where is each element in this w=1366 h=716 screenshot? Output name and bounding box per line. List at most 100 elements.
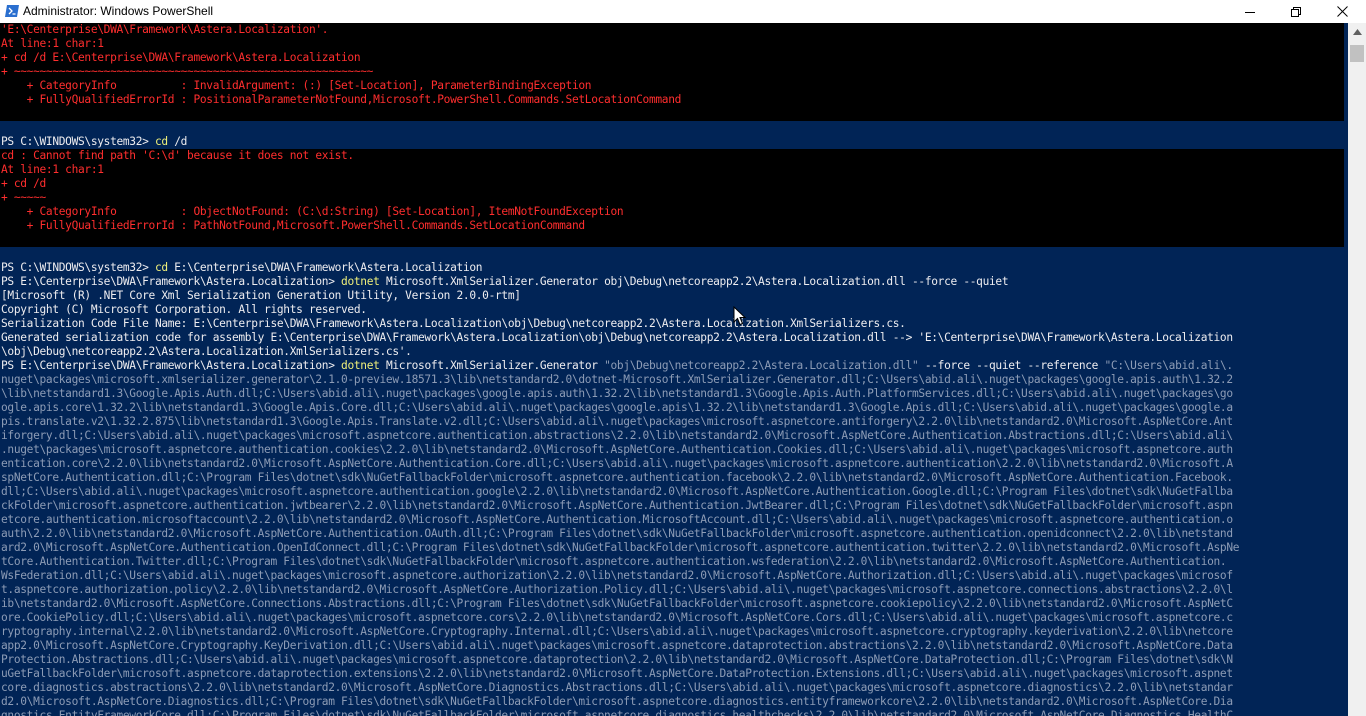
console-output[interactable]: 'E:\Centerprise\DWA\Framework\Astera.Loc…	[0, 23, 1348, 716]
console-line: \obj\Debug\netcoreapp2.2\Astera.Localiza…	[0, 345, 1344, 359]
console-line: ckFolder\microsoft.aspnetcore.authentica…	[0, 499, 1344, 513]
console-text-segment: dotnet	[341, 359, 380, 372]
console-error-line: + CategoryInfo : ObjectNotFound: (C:\d:S…	[0, 205, 1344, 219]
console-text-segment: E:\Centerprise\DWA\Framework\Astera.Loca…	[167, 261, 483, 274]
console-line: Copyright (C) Microsoft Corporation. All…	[0, 303, 1344, 317]
minimize-button[interactable]	[1227, 0, 1273, 23]
console-text-segment: Microsoft.XmlSerializer.Generator	[379, 359, 605, 372]
scroll-up-button[interactable]	[1348, 23, 1366, 40]
console-text-segment: pis.translate.v2\1.32.2.875\lib\netstand…	[1, 415, 1233, 428]
console-line: uGetFallbackFolder\microsoft.aspnetcore.…	[0, 667, 1344, 681]
console-text-segment: .nuget\packages\microsoft.aspnetcore.aut…	[1, 443, 1233, 456]
console-error-line: + ~~~~~~~~~~~~~~~~~~~~~~~~~~~~~~~~~~~~~~…	[0, 65, 1344, 79]
console-text-segment: Generated serialization code for assembl…	[1, 331, 1233, 344]
console-line: PS E:\Centerprise\DWA\Framework\Astera.L…	[0, 275, 1344, 289]
console-error-line: 'E:\Centerprise\DWA\Framework\Astera.Loc…	[0, 23, 1344, 37]
console-line: d2.0\Microsoft.AspNetCore.Diagnostics.dl…	[0, 695, 1344, 709]
console-text-segment: iforgery.dll;C:\Users\abid.ali\.nuget\pa…	[1, 429, 1233, 442]
console-text-segment: Microsoft.XmlSerializer.Generator obj\De…	[379, 275, 1009, 288]
powershell-icon	[5, 5, 19, 17]
scroll-thumb[interactable]	[1350, 45, 1364, 62]
console-text-segment: + cd /d E:\Centerprise\DWA\Framework\Ast…	[1, 51, 361, 64]
console-text-segment: d2.0\Microsoft.AspNetCore.Diagnostics.dl…	[1, 695, 1233, 708]
console-line: PS E:\Centerprise\DWA\Framework\Astera.L…	[0, 359, 1344, 373]
console-text-segment: spNetCore.Authentication.dll;C:\Program …	[1, 471, 1233, 484]
console-line: entication.core\2.2.0\lib\netstandard2.0…	[0, 457, 1344, 471]
console-text-segment: \lib\netstandard1.3\Google.Apis.Auth.dll…	[1, 387, 1233, 400]
console-text-segment: "C:\Users\abid.ali\.	[1104, 359, 1234, 372]
console-line: PS C:\WINDOWS\system32> cd E:\Centerpris…	[0, 261, 1344, 275]
console-text-segment: + cd /d	[1, 177, 46, 190]
console-text-segment: ore.CookiePolicy.dll;C:\Users\abid.ali\.…	[1, 611, 1233, 624]
console-text-segment: Copyright (C) Microsoft Corporation. All…	[1, 303, 367, 316]
console-line: spNetCore.Authentication.dll;C:\Program …	[0, 471, 1344, 485]
console-error-line: + ~~~~~	[0, 191, 1344, 205]
console-text-segment: ryptography.internal\2.2.0\lib\netstanda…	[1, 625, 1233, 638]
console-line: \lib\netstandard1.3\Google.Apis.Auth.dll…	[0, 387, 1344, 401]
console-text-segment: + FullyQualifiedErrorId : PositionalPara…	[1, 93, 682, 106]
console-text-segment: PS C:\WINDOWS\system32>	[1, 261, 155, 274]
close-button[interactable]	[1319, 0, 1365, 23]
console-text-segment: WsFederation.dll;C:\Users\abid.ali\.nuge…	[1, 569, 1233, 582]
console-text-segment	[1, 107, 7, 120]
console-text-segment: --force --quiet --reference	[918, 359, 1105, 372]
console-error-line: + cd /d E:\Centerprise\DWA\Framework\Ast…	[0, 51, 1344, 65]
console-text-segment: gnostics.EntityFrameworkCore.dll;C:\Prog…	[1, 709, 1233, 716]
console-error-line: + CategoryInfo : InvalidArgument: (:) [S…	[0, 79, 1344, 93]
console-text-segment: etcore.authentication.microsoftaccount\2…	[1, 513, 1233, 526]
restore-button[interactable]	[1273, 0, 1319, 23]
console-error-line	[0, 107, 1344, 121]
console-error-line: + FullyQualifiedErrorId : PathNotFound,M…	[0, 219, 1344, 233]
close-icon	[1336, 6, 1348, 17]
console-line: Serialization Code File Name: E:\Centerp…	[0, 317, 1344, 331]
console-line: nuget\packages\microsoft.xmlserializer.g…	[0, 373, 1344, 387]
console-line: tCore.Authentication.Twitter.dll;C:\Prog…	[0, 555, 1344, 569]
console-line: etcore.authentication.microsoftaccount\2…	[0, 513, 1344, 527]
console-line: WsFederation.dll;C:\Users\abid.ali\.nuge…	[0, 569, 1344, 583]
console-text-segment: PS E:\Centerprise\DWA\Framework\Astera.L…	[1, 359, 342, 372]
console-line: [Microsoft (R) .NET Core Xml Serializati…	[0, 289, 1344, 303]
console-line: .nuget\packages\microsoft.aspnetcore.aut…	[0, 443, 1344, 457]
console-line: core.diagnostics.abstractions\2.2.0\lib\…	[0, 681, 1344, 695]
console-line: Generated serialization code for assembl…	[0, 331, 1344, 345]
mouse-cursor-icon	[733, 306, 747, 326]
console-line: auth\2.2.0\lib\netstandard2.0\Microsoft.…	[0, 527, 1344, 541]
console-text-segment: + FullyQualifiedErrorId : PathNotFound,M…	[1, 219, 585, 232]
console-text-segment: "obj\Debug\netcoreapp2.2\Astera.Localiza…	[604, 359, 919, 372]
console-text-segment: ckFolder\microsoft.aspnetcore.authentica…	[1, 499, 1233, 512]
console-text-segment: cd	[154, 135, 168, 148]
console-text-segment: At line:1 char:1	[1, 37, 104, 50]
console-text-segment: + ~~~~~~~~~~~~~~~~~~~~~~~~~~~~~~~~~~~~~~…	[1, 65, 374, 78]
console-error-line: + cd /d	[0, 177, 1344, 191]
console-text-segment: app2.0\Microsoft.AspNetCore.Cryptography…	[1, 639, 1233, 652]
chevron-up-icon	[1352, 28, 1362, 35]
console-line: ryptography.internal\2.2.0\lib\netstanda…	[0, 625, 1344, 639]
console-error-line: At line:1 char:1	[0, 163, 1344, 177]
console-text-segment: + CategoryInfo : InvalidArgument: (:) [S…	[1, 79, 592, 92]
console-text-segment: nuget\packages\microsoft.xmlserializer.g…	[1, 373, 1233, 386]
console-error-line: cd : Cannot find path 'C:\d' because it …	[0, 149, 1344, 163]
console-line: ib\netstandard2.0\Microsoft.AspNetCore.C…	[0, 597, 1344, 611]
console-text-segment: t.aspnetcore.authorization.policy\2.2.0\…	[1, 583, 1233, 596]
console-error-line: At line:1 char:1	[0, 37, 1344, 51]
console-text-segment: 'E:\Centerprise\DWA\Framework\Astera.Loc…	[1, 23, 329, 36]
console-text-segment: uGetFallbackFolder\microsoft.aspnetcore.…	[1, 667, 1233, 680]
console-line: iforgery.dll;C:\Users\abid.ali\.nuget\pa…	[0, 429, 1344, 443]
console-line: dll;C:\Users\abid.ali\.nuget\packages\mi…	[0, 485, 1344, 499]
console-line: app2.0\Microsoft.AspNetCore.Cryptography…	[0, 639, 1344, 653]
console-text-segment: [Microsoft (R) .NET Core Xml Serializati…	[1, 289, 521, 302]
console-text-segment: auth\2.2.0\lib\netstandard2.0\Microsoft.…	[1, 527, 1233, 540]
console-line: pis.translate.v2\1.32.2.875\lib\netstand…	[0, 415, 1344, 429]
console-text-segment: entication.core\2.2.0\lib\netstandard2.0…	[1, 457, 1233, 470]
vertical-scrollbar[interactable]	[1348, 23, 1366, 716]
title-bar[interactable]: Administrator: Windows PowerShell	[0, 0, 1366, 23]
console-text-segment: cd : Cannot find path 'C:\d' because it …	[1, 149, 354, 162]
console-text-segment: dotnet	[341, 275, 380, 288]
console-text-segment: cd	[154, 261, 168, 274]
console-text-segment: PS C:\WINDOWS\system32>	[1, 135, 155, 148]
minimize-icon	[1245, 11, 1255, 13]
console-text-segment: ard2.0\Microsoft.AspNetCore.Authenticati…	[1, 541, 1240, 554]
console-text-segment	[1, 233, 7, 246]
